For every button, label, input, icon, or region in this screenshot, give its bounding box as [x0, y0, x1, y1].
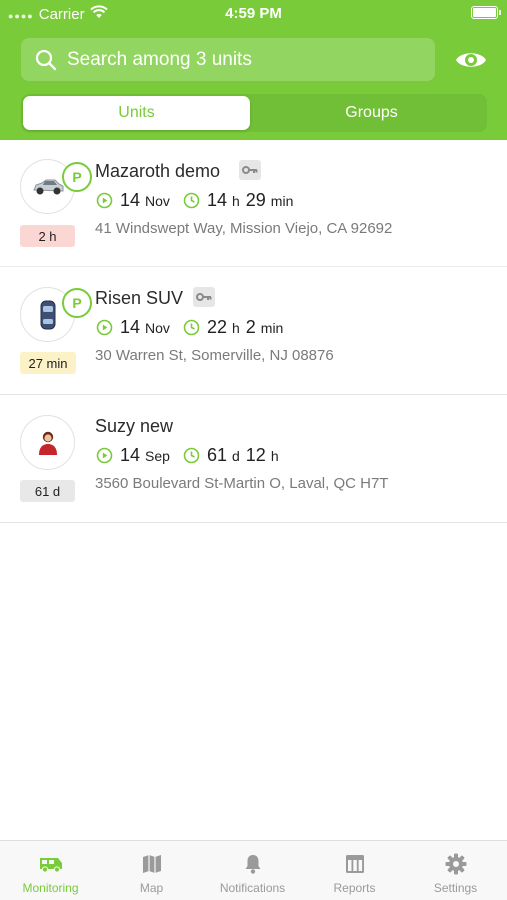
duration-unit-2: min	[260, 320, 284, 336]
unit-meta: 14 Nov 14 h 29 min	[96, 190, 293, 211]
status-time: 4:59 PM	[225, 5, 282, 22]
date-month: Sep	[145, 448, 170, 464]
tab-label: Map	[139, 881, 164, 895]
duration-unit-1: d	[231, 448, 240, 464]
tab-map[interactable]: Map	[101, 841, 202, 900]
map-icon	[142, 852, 162, 876]
search-icon	[27, 38, 65, 81]
clock-icon	[183, 319, 200, 336]
play-icon	[96, 319, 113, 336]
tab-monitoring[interactable]: Monitoring	[0, 841, 101, 900]
duration-value-1: 61	[206, 445, 227, 465]
duration-unit-1: h	[231, 193, 240, 209]
tab-reports[interactable]: Reports	[304, 841, 405, 900]
segmented-control: Units Groups	[21, 94, 487, 132]
gear-icon	[445, 852, 467, 876]
bell-icon	[244, 852, 262, 876]
tab-settings[interactable]: Settings	[405, 841, 506, 900]
clock-icon	[183, 192, 200, 209]
duration-value-1: 22	[206, 317, 227, 337]
status-badge: 2 h	[20, 225, 75, 247]
tab-label: Notifications	[219, 881, 286, 895]
list-item[interactable]: 61 d Suzy new 14 Sep 61 d 12 h 3560 Boul…	[0, 395, 507, 523]
tab-bar: Monitoring Map Notifications Reports Set…	[0, 840, 507, 900]
tab-label: Monitoring	[22, 881, 79, 895]
status-badge: 27 min	[20, 352, 76, 374]
parked-badge: P	[62, 162, 92, 192]
play-icon	[96, 192, 113, 209]
eye-icon[interactable]	[454, 45, 488, 75]
date-day: 14	[120, 317, 141, 337]
tab-groups[interactable]: Groups	[258, 96, 485, 130]
unit-address: 41 Windswept Way, Mission Viejo, CA 9269…	[95, 220, 393, 237]
van-icon	[38, 852, 64, 876]
key-icon	[239, 160, 261, 180]
duration-value-2: 29	[245, 190, 266, 210]
status-badge: 61 d	[20, 480, 75, 502]
unit-name: Risen SUV	[95, 288, 184, 308]
list-item[interactable]: P 27 min Risen SUV 14 Nov 22 h 2 min 30 …	[0, 267, 507, 395]
unit-address: 30 Warren St, Somerville, NJ 08876	[95, 347, 334, 364]
unit-meta: 14 Sep 61 d 12 h	[96, 445, 279, 466]
date-day: 14	[120, 190, 141, 210]
battery-icon	[471, 6, 501, 19]
unit-meta: 14 Nov 22 h 2 min	[96, 317, 283, 338]
duration-unit-1: h	[231, 320, 240, 336]
play-icon	[96, 447, 113, 464]
duration-value-2: 2	[245, 317, 256, 337]
unit-list: P 2 h Mazaroth demo 14 Nov 14 h 29 min 4…	[0, 140, 507, 523]
unit-name: Suzy new	[95, 416, 174, 436]
unit-name: Mazaroth demo	[95, 161, 221, 181]
parked-badge: P	[62, 288, 92, 318]
tab-units[interactable]: Units	[23, 96, 250, 130]
header: ●●●● Carrier 4:59 PM Units Groups	[0, 0, 507, 140]
unit-address: 3560 Boulevard St-Martin O, Laval, QC H7…	[95, 475, 389, 492]
date-month: Nov	[145, 193, 170, 209]
tab-notifications[interactable]: Notifications	[202, 841, 303, 900]
tab-label: Settings	[433, 881, 478, 895]
duration-value-2: 12	[245, 445, 266, 465]
search-input[interactable]	[67, 48, 435, 71]
status-bar: ●●●● Carrier 4:59 PM	[0, 0, 507, 28]
duration-value-1: 14	[206, 190, 227, 210]
duration-unit-2: min	[270, 193, 294, 209]
key-icon	[193, 287, 215, 307]
clock-icon	[183, 447, 200, 464]
reports-icon	[345, 852, 365, 876]
person-icon	[20, 415, 75, 470]
date-day: 14	[120, 445, 141, 465]
list-item[interactable]: P 2 h Mazaroth demo 14 Nov 14 h 29 min 4…	[0, 140, 507, 267]
date-month: Nov	[145, 320, 170, 336]
tab-label: Reports	[333, 881, 376, 895]
duration-unit-2: h	[270, 448, 279, 464]
search-bar[interactable]	[21, 38, 435, 81]
